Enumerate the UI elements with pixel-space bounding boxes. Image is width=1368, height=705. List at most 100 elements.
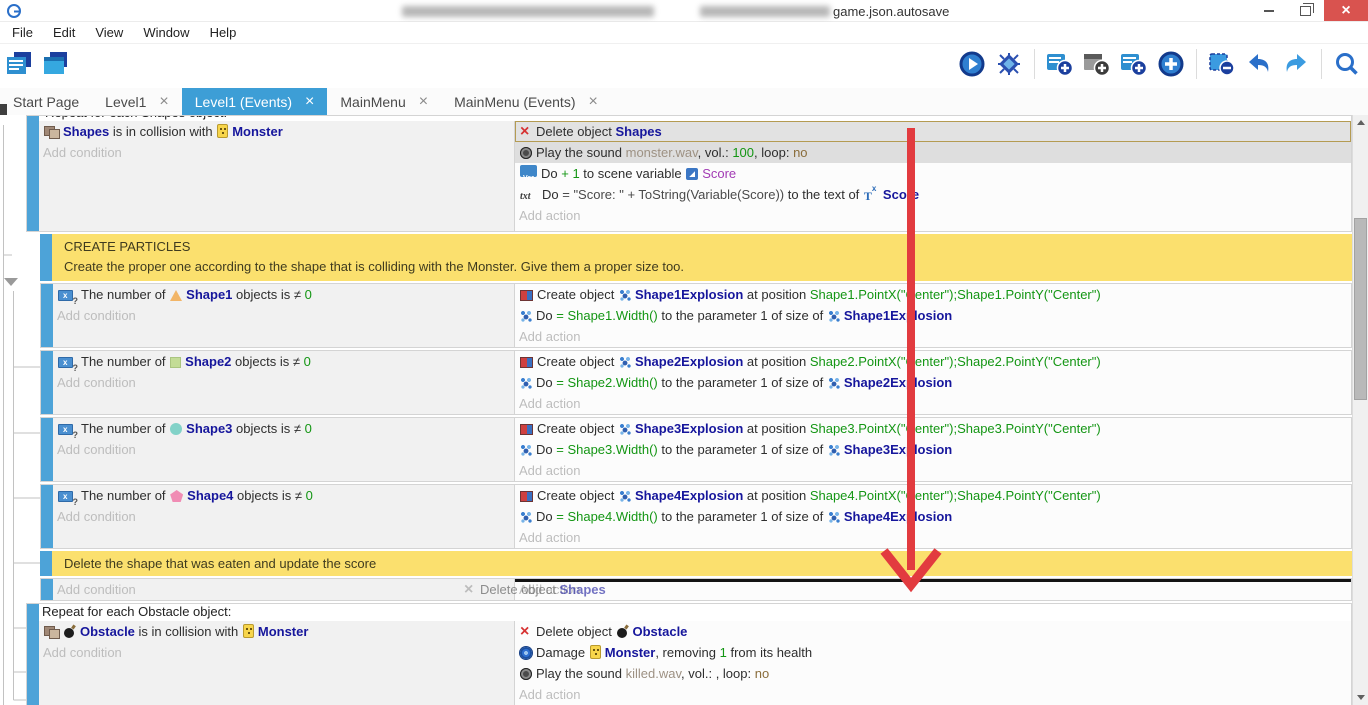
vertical-scrollbar[interactable] — [1352, 115, 1368, 705]
action-item[interactable]: Delete object Shapes — [515, 121, 1351, 142]
action-item[interactable]: Create object Shape1Explosion at positio… — [515, 284, 1351, 305]
add-subevent-icon[interactable] — [1082, 49, 1112, 79]
add-action-button[interactable]: Add action — [515, 393, 1351, 414]
drag-ghost[interactable]: Delete object Shapes — [463, 581, 606, 599]
action-item[interactable]: Create object Shape4Explosion at positio… — [515, 485, 1351, 506]
add-condition-button[interactable]: Add condition — [39, 142, 514, 163]
event-handle[interactable] — [41, 418, 53, 481]
sound-icon — [520, 668, 532, 680]
comment-block[interactable]: CREATE PARTICLESCreate the proper one ac… — [40, 234, 1352, 281]
particle-icon — [619, 490, 631, 502]
text-segment: Shape1Explosion — [844, 308, 952, 323]
condition-item[interactable]: The number of Shape2 objects is ≠ 0 — [53, 351, 514, 372]
restore-button[interactable] — [1288, 0, 1322, 21]
comment-text: Delete the shape that was eaten and upda… — [52, 551, 1352, 576]
event-handle[interactable] — [41, 579, 53, 600]
close-tab-icon[interactable] — [159, 94, 168, 109]
action-item[interactable]: Do = Shape1.Width() to the parameter 1 o… — [515, 305, 1351, 326]
condition-item[interactable]: The number of Shape3 objects is ≠ 0 — [53, 418, 514, 439]
add-object-icon[interactable] — [1156, 49, 1186, 79]
add-action-button[interactable]: Add action — [515, 684, 1351, 705]
action-item[interactable]: Play the sound monster.wav, vol.: 100, l… — [515, 142, 1351, 163]
add-condition-button[interactable]: Add condition — [53, 579, 514, 600]
text-segment: objects is ≠ — [231, 354, 303, 369]
add-condition-button[interactable]: Add condition — [39, 642, 514, 663]
text-segment: Shape2 — [185, 354, 231, 369]
redo-icon[interactable] — [1281, 49, 1311, 79]
event-handle[interactable] — [41, 351, 53, 414]
add-action-button[interactable]: Add action — [515, 326, 1351, 347]
event-handle[interactable] — [40, 234, 52, 281]
condition-item[interactable]: Shapes is in collision with Monster — [39, 121, 514, 142]
action-item[interactable]: Do = Shape4.Width() to the parameter 1 o… — [515, 506, 1351, 527]
tab-start-page[interactable]: Start Page — [0, 88, 92, 115]
close-tab-icon[interactable] — [419, 94, 428, 109]
action-item[interactable]: Do = "Score: " + ToString(Variable(Score… — [515, 184, 1351, 205]
action-item[interactable]: Do = Shape2.Width() to the parameter 1 o… — [515, 372, 1351, 393]
action-item[interactable]: Do + 1 to scene variable Score — [515, 163, 1351, 184]
toolbar-separator — [1196, 49, 1197, 79]
close-button[interactable] — [1324, 0, 1368, 21]
scroll-down-icon[interactable] — [1353, 690, 1368, 705]
add-condition-button[interactable]: Add condition — [53, 305, 514, 326]
menu-item-view[interactable]: View — [85, 22, 133, 44]
scrollbar-thumb[interactable] — [1354, 218, 1367, 400]
add-action-button[interactable]: Add action — [515, 205, 1351, 226]
tab-mainmenu-events[interactable]: MainMenu (Events) — [441, 88, 611, 115]
event-handle[interactable] — [40, 551, 52, 576]
text-segment: to the parameter 1 of size of — [658, 308, 827, 323]
tab-level1[interactable]: Level1 — [92, 88, 182, 115]
tab-label: MainMenu — [340, 94, 405, 110]
add-action-button[interactable]: Add action — [515, 579, 1351, 600]
menu-item-edit[interactable]: Edit — [43, 22, 85, 44]
tab-mainmenu[interactable]: MainMenu — [327, 88, 441, 115]
project-manager-icon[interactable] — [4, 49, 34, 79]
add-action-button[interactable]: Add action — [515, 527, 1351, 548]
menu-item-file[interactable]: File — [2, 22, 43, 44]
particle-icon — [520, 511, 532, 523]
cir-icon — [170, 423, 182, 435]
text-segment: Monster — [232, 124, 283, 139]
event-handle[interactable] — [41, 284, 53, 347]
undo-icon[interactable] — [1244, 49, 1274, 79]
debug-icon[interactable] — [994, 49, 1024, 79]
close-tab-icon[interactable] — [589, 94, 598, 109]
tab-label: Level1 — [105, 94, 146, 110]
action-item[interactable]: Create object Shape3Explosion at positio… — [515, 418, 1351, 439]
condition-item[interactable]: The number of Shape4 objects is ≠ 0 — [53, 485, 514, 506]
condition-item[interactable]: The number of Shape1 objects is ≠ 0 — [53, 284, 514, 305]
action-item[interactable]: Create object Shape2Explosion at positio… — [515, 351, 1351, 372]
scroll-up-icon[interactable] — [1353, 115, 1368, 130]
condition-item[interactable]: Obstacle is in collision with Monster — [39, 621, 514, 642]
comment-block[interactable]: Delete the shape that was eaten and upda… — [40, 551, 1352, 576]
delete-event-icon[interactable] — [1207, 49, 1237, 79]
event-handle[interactable] — [41, 485, 53, 548]
add-comment-icon[interactable] — [1119, 49, 1149, 79]
tab-bar: Start Page Level1 Level1 (Events) MainMenu M… — [0, 88, 1368, 115]
menu-item-window[interactable]: Window — [133, 22, 199, 44]
action-item[interactable]: Damage Monster, removing 1 from its heal… — [515, 642, 1351, 663]
add-event-icon[interactable] — [1045, 49, 1075, 79]
event-handle[interactable] — [27, 116, 39, 231]
add-condition-button[interactable]: Add condition — [53, 439, 514, 460]
action-item[interactable]: Play the sound killed.wav, vol.: , loop:… — [515, 663, 1351, 684]
add-action-button[interactable]: Add action — [515, 460, 1351, 481]
action-item[interactable]: Delete object Obstacle — [515, 621, 1351, 642]
toolbar-separator — [1034, 49, 1035, 79]
start-page-icon[interactable] — [40, 49, 70, 79]
text-segment: Shape4Explosion — [635, 488, 743, 503]
add-condition-button[interactable]: Add condition — [53, 372, 514, 393]
add-condition-button[interactable]: Add condition — [53, 506, 514, 527]
event-row: The number of Shape4 objects is ≠ 0Add c… — [40, 484, 1352, 549]
play-icon[interactable] — [957, 49, 987, 79]
menu-item-help[interactable]: Help — [200, 22, 247, 44]
text-segment: Create object — [537, 488, 618, 503]
actions-column: Create object Shape3Explosion at positio… — [515, 418, 1351, 481]
close-tab-icon[interactable] — [305, 94, 314, 109]
search-icon[interactable] — [1332, 49, 1362, 79]
bomb-icon — [617, 625, 629, 638]
tab-level1-events[interactable]: Level1 (Events) — [182, 88, 328, 115]
event-handle[interactable] — [27, 604, 39, 705]
minimize-button[interactable] — [1252, 0, 1286, 21]
action-item[interactable]: Do = Shape3.Width() to the parameter 1 o… — [515, 439, 1351, 460]
